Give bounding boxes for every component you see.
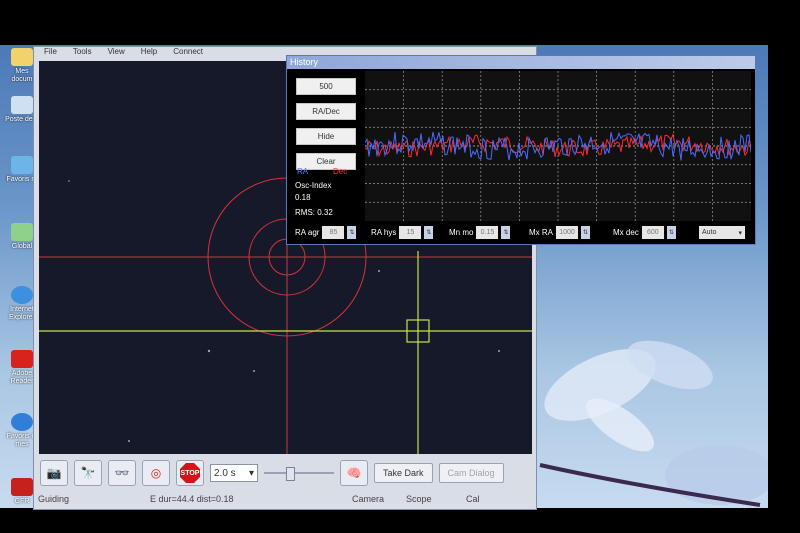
adobe-reader-icon: [11, 350, 33, 368]
mx-dec-spinner[interactable]: ⇅: [666, 226, 676, 239]
history-graph-svg: [364, 71, 752, 221]
globe-icon: [11, 223, 33, 241]
ra-hysteresis-control: RA hys 15 ⇅: [371, 226, 434, 239]
wallpaper-flower: [539, 340, 768, 507]
history-graph: [364, 71, 752, 221]
max-ra-control: Mx RA 1000 ⇅: [529, 226, 590, 239]
brain-button[interactable]: 🧠: [340, 460, 368, 486]
ra-hys-label: RA hys: [371, 228, 397, 237]
menu-file[interactable]: File: [44, 47, 57, 58]
guide-button[interactable]: ◎: [142, 460, 170, 486]
camera-icon: 📷: [46, 466, 62, 480]
folder-icon: [11, 48, 33, 66]
glasses-icon: 👓: [114, 466, 130, 480]
ra-agr-label: RA agr: [295, 228, 320, 237]
status-scope: Scope: [406, 494, 432, 504]
ra-hys-spinner[interactable]: ⇅: [424, 226, 434, 239]
mx-ra-label: Mx RA: [529, 228, 553, 237]
mn-mo-input[interactable]: 0.15: [476, 226, 499, 239]
stop-icon: STOP: [180, 463, 200, 483]
mx-ra-spinner[interactable]: ⇅: [581, 226, 590, 239]
hide-button[interactable]: Hide: [296, 128, 356, 145]
dec-mode-value: Auto: [702, 229, 717, 236]
ra-agr-spinner[interactable]: ⇅: [347, 226, 357, 239]
rms-value: RMS: 0.32: [295, 208, 333, 217]
osc-index-value: 0.18: [295, 193, 311, 202]
mx-dec-input[interactable]: 600: [641, 226, 664, 239]
chevron-down-icon: ▾: [248, 467, 254, 479]
bluetooth-icon: [11, 413, 33, 431]
dec-mode-select[interactable]: Auto ▾: [699, 226, 745, 239]
gamma-slider[interactable]: [264, 465, 334, 481]
length-button[interactable]: 500: [296, 78, 356, 95]
menu-help[interactable]: Help: [141, 47, 157, 58]
status-cal: Cal: [466, 494, 480, 504]
history-title: History: [287, 56, 755, 69]
max-dec-control: Mx dec 600 ⇅: [613, 226, 676, 239]
osc-index-label: Osc-Index: [295, 181, 332, 190]
status-metrics: E dur=44.4 dist=0.18: [150, 494, 234, 504]
min-motion-control: Mn mo 0.15 ⇅: [449, 226, 511, 239]
mx-ra-input[interactable]: 1000: [556, 226, 578, 239]
menu-connect[interactable]: Connect: [173, 47, 203, 58]
status-bar: Guiding E dur=44.4 dist=0.18 Camera Scop…: [34, 491, 534, 507]
ra-hys-input[interactable]: 15: [399, 226, 422, 239]
legend-ra: RA: [297, 167, 309, 176]
legend-dec: Dec: [333, 167, 348, 176]
cam-dialog-button[interactable]: Cam Dialog: [438, 463, 504, 483]
take-dark-button[interactable]: Take Dark: [374, 463, 433, 483]
loop-button[interactable]: 👓: [108, 460, 136, 486]
menu-bar: File Tools View Help Connect: [44, 47, 203, 58]
menu-view[interactable]: View: [108, 47, 125, 58]
ra-agr-input[interactable]: 85: [322, 226, 345, 239]
slider-thumb[interactable]: [286, 467, 295, 481]
slider-track: [264, 472, 334, 474]
ra-aggressiveness-control: RA agr 85 ⇅: [295, 226, 357, 239]
mx-dec-label: Mx dec: [613, 228, 639, 237]
toolbar: 📷 🔭 👓 ◎ STOP 2.0 s ▾ 🧠 Take Dark Cam Dial…: [34, 458, 540, 488]
history-window: History 500 RA/Dec Hide Clear RA Dec Osc…: [286, 55, 756, 245]
network-icon: [11, 156, 33, 174]
menu-tools[interactable]: Tools: [73, 47, 92, 58]
telescope-icon: 🔭: [80, 466, 96, 480]
computer-icon: [11, 96, 33, 114]
mn-mo-spinner[interactable]: ⇅: [501, 226, 511, 239]
status-camera: Camera: [352, 494, 385, 504]
brain-icon: 🧠: [346, 466, 362, 480]
status-state: Guiding: [38, 494, 70, 504]
chevron-down-icon: ▾: [738, 229, 742, 237]
camera-button[interactable]: 📷: [40, 460, 68, 486]
history-controls: 500 RA/Dec Hide Clear: [291, 72, 361, 178]
mode-button[interactable]: RA/Dec: [296, 103, 356, 120]
app-icon: [11, 478, 33, 496]
telescope-button[interactable]: 🔭: [74, 460, 102, 486]
internet-explorer-icon: [11, 286, 33, 304]
exposure-select[interactable]: 2.0 s ▾: [210, 464, 258, 482]
mn-mo-label: Mn mo: [449, 228, 474, 237]
target-icon: ◎: [150, 466, 162, 480]
stop-button[interactable]: STOP: [176, 460, 204, 486]
